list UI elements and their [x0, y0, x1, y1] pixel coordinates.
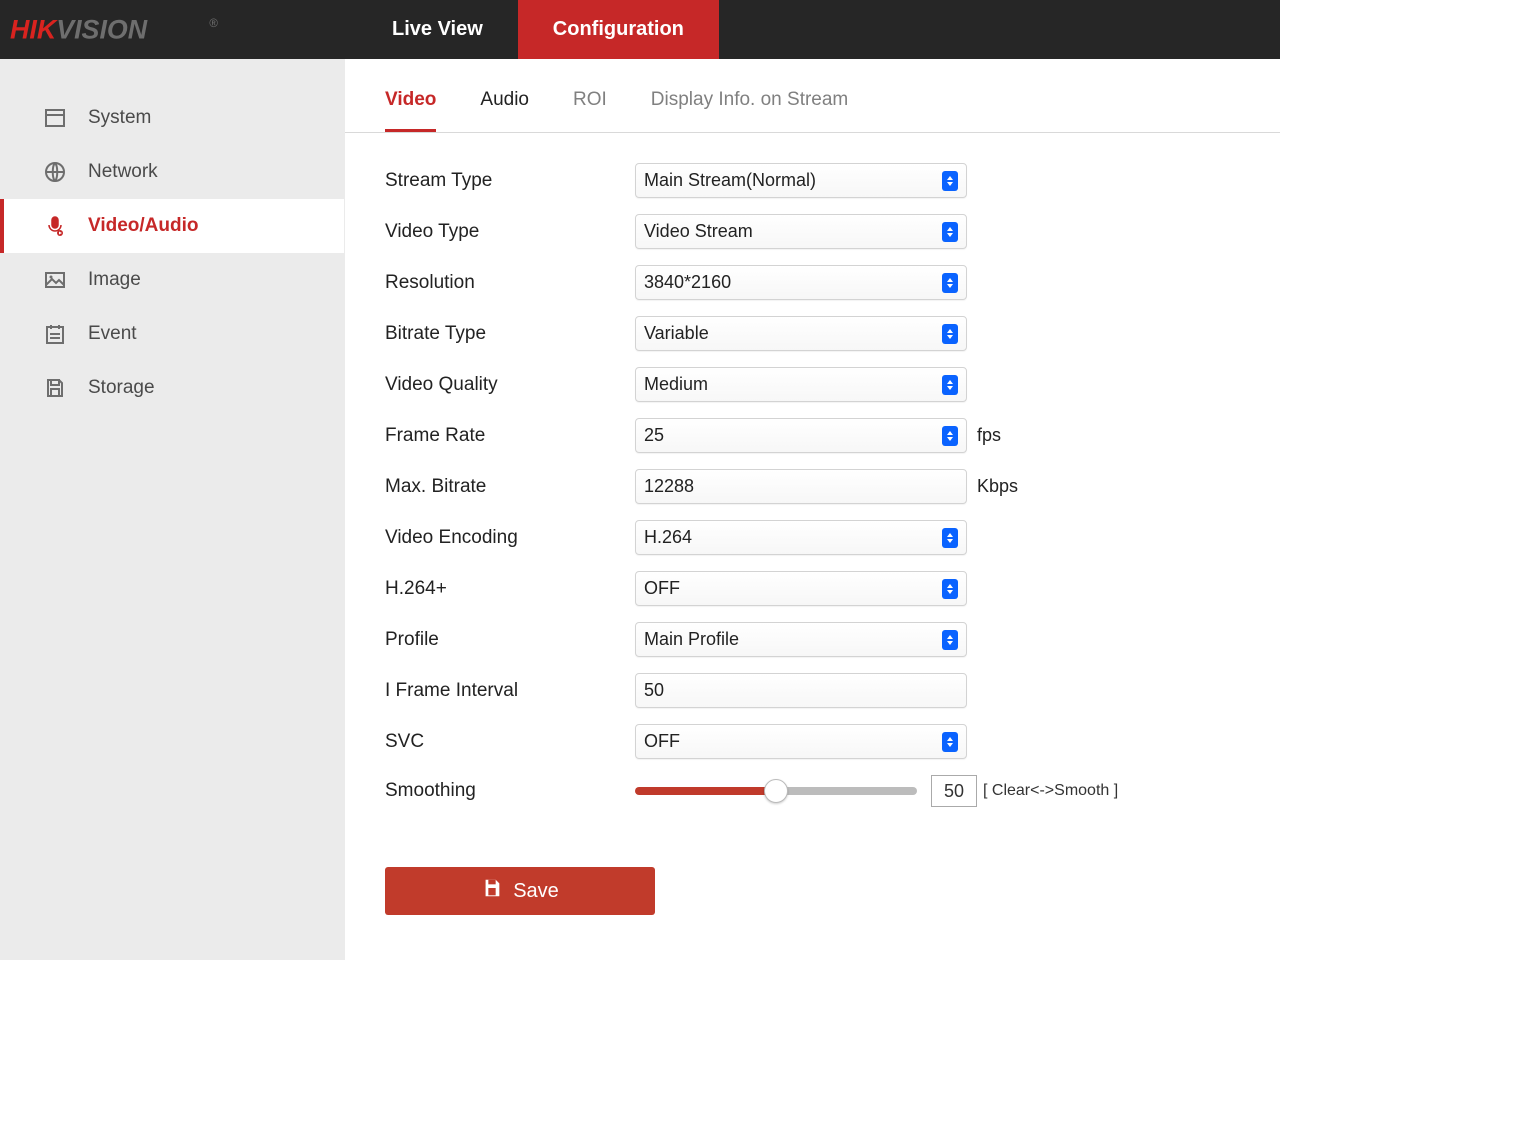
- label-stream-type: Stream Type: [385, 170, 635, 192]
- topnav-live-view[interactable]: Live View: [357, 0, 518, 59]
- updown-icon: [942, 528, 958, 548]
- select-profile[interactable]: Main Profile: [635, 622, 967, 657]
- select-h264plus[interactable]: OFF: [635, 571, 967, 606]
- sidebar-item-system[interactable]: System: [0, 91, 344, 145]
- top-nav: Live View Configuration: [357, 0, 719, 59]
- main-content: Video Audio ROI Display Info. on Stream …: [345, 59, 1280, 960]
- slider-thumb[interactable]: [764, 779, 788, 803]
- window-icon: [42, 106, 68, 130]
- sidebar-item-label: Video/Audio: [88, 215, 198, 237]
- sub-tabs: Video Audio ROI Display Info. on Stream: [345, 77, 1280, 133]
- sidebar-item-label: Image: [88, 269, 141, 291]
- updown-icon: [942, 579, 958, 599]
- input-iframe-interval-field[interactable]: [644, 680, 958, 701]
- label-max-bitrate: Max. Bitrate: [385, 476, 635, 498]
- tab-video[interactable]: Video: [385, 77, 436, 132]
- updown-icon: [942, 324, 958, 344]
- select-value: OFF: [644, 578, 942, 599]
- select-value: 25: [644, 425, 942, 446]
- sidebar-item-image[interactable]: Image: [0, 253, 344, 307]
- select-value: Video Stream: [644, 221, 942, 242]
- video-settings-form: Stream Type Main Stream(Normal) Video Ty…: [345, 133, 1280, 915]
- input-max-bitrate-field[interactable]: [644, 476, 958, 497]
- sidebar-item-network[interactable]: Network: [0, 145, 344, 199]
- select-stream-type[interactable]: Main Stream(Normal): [635, 163, 967, 198]
- select-frame-rate[interactable]: 25: [635, 418, 967, 453]
- slider-smoothing[interactable]: [635, 787, 917, 795]
- brand-logo: HIKVISION ®: [0, 0, 357, 59]
- input-max-bitrate[interactable]: [635, 469, 967, 504]
- label-h264plus: H.264+: [385, 578, 635, 600]
- label-video-quality: Video Quality: [385, 374, 635, 396]
- save-button[interactable]: Save: [385, 867, 655, 915]
- select-video-quality[interactable]: Medium: [635, 367, 967, 402]
- unit-fps: fps: [977, 425, 1001, 446]
- select-resolution[interactable]: 3840*2160: [635, 265, 967, 300]
- sidebar-item-label: Event: [88, 323, 137, 345]
- label-resolution: Resolution: [385, 272, 635, 294]
- select-value: OFF: [644, 731, 942, 752]
- topnav-configuration[interactable]: Configuration: [518, 0, 719, 59]
- select-value: H.264: [644, 527, 942, 548]
- updown-icon: [942, 426, 958, 446]
- label-frame-rate: Frame Rate: [385, 425, 635, 447]
- label-svc: SVC: [385, 731, 635, 753]
- sidebar-item-event[interactable]: Event: [0, 307, 344, 361]
- select-video-type[interactable]: Video Stream: [635, 214, 967, 249]
- globe-icon: [42, 160, 68, 184]
- calendar-icon: [42, 322, 68, 346]
- input-iframe-interval[interactable]: [635, 673, 967, 708]
- smoothing-hint: [ Clear<->Smooth ]: [983, 782, 1118, 800]
- updown-icon: [942, 171, 958, 191]
- sidebar-item-label: System: [88, 107, 151, 129]
- label-video-encoding: Video Encoding: [385, 527, 635, 549]
- label-bitrate-type: Bitrate Type: [385, 323, 635, 345]
- select-value: Medium: [644, 374, 942, 395]
- select-value: Main Profile: [644, 629, 942, 650]
- sidebar-item-video-audio[interactable]: Video/Audio: [0, 199, 344, 253]
- svg-text:HIKVISION: HIKVISION: [10, 14, 148, 44]
- tab-audio[interactable]: Audio: [480, 77, 529, 132]
- label-smoothing: Smoothing: [385, 780, 635, 802]
- sidebar-item-label: Network: [88, 161, 158, 183]
- sidebar-item-label: Storage: [88, 377, 155, 399]
- top-bar: HIKVISION ® Live View Configuration: [0, 0, 1280, 59]
- updown-icon: [942, 273, 958, 293]
- select-value: 3840*2160: [644, 272, 942, 293]
- tab-roi[interactable]: ROI: [573, 77, 607, 132]
- select-svc[interactable]: OFF: [635, 724, 967, 759]
- svg-text:®: ®: [209, 18, 218, 30]
- sidebar: System Network Video/Audio Image Event: [0, 59, 345, 960]
- save-icon: [42, 376, 68, 400]
- label-video-type: Video Type: [385, 221, 635, 243]
- image-icon: [42, 268, 68, 292]
- mic-icon: [42, 214, 68, 238]
- save-icon: [481, 877, 503, 905]
- save-button-label: Save: [513, 880, 559, 903]
- smoothing-value: 50: [931, 775, 977, 807]
- unit-kbps: Kbps: [977, 476, 1018, 497]
- updown-icon: [942, 732, 958, 752]
- select-video-encoding[interactable]: H.264: [635, 520, 967, 555]
- updown-icon: [942, 222, 958, 242]
- select-value: Main Stream(Normal): [644, 170, 942, 191]
- updown-icon: [942, 375, 958, 395]
- label-iframe-interval: I Frame Interval: [385, 680, 635, 702]
- label-profile: Profile: [385, 629, 635, 651]
- tab-display-info[interactable]: Display Info. on Stream: [651, 77, 848, 132]
- select-value: Variable: [644, 323, 942, 344]
- select-bitrate-type[interactable]: Variable: [635, 316, 967, 351]
- updown-icon: [942, 630, 958, 650]
- sidebar-item-storage[interactable]: Storage: [0, 361, 344, 415]
